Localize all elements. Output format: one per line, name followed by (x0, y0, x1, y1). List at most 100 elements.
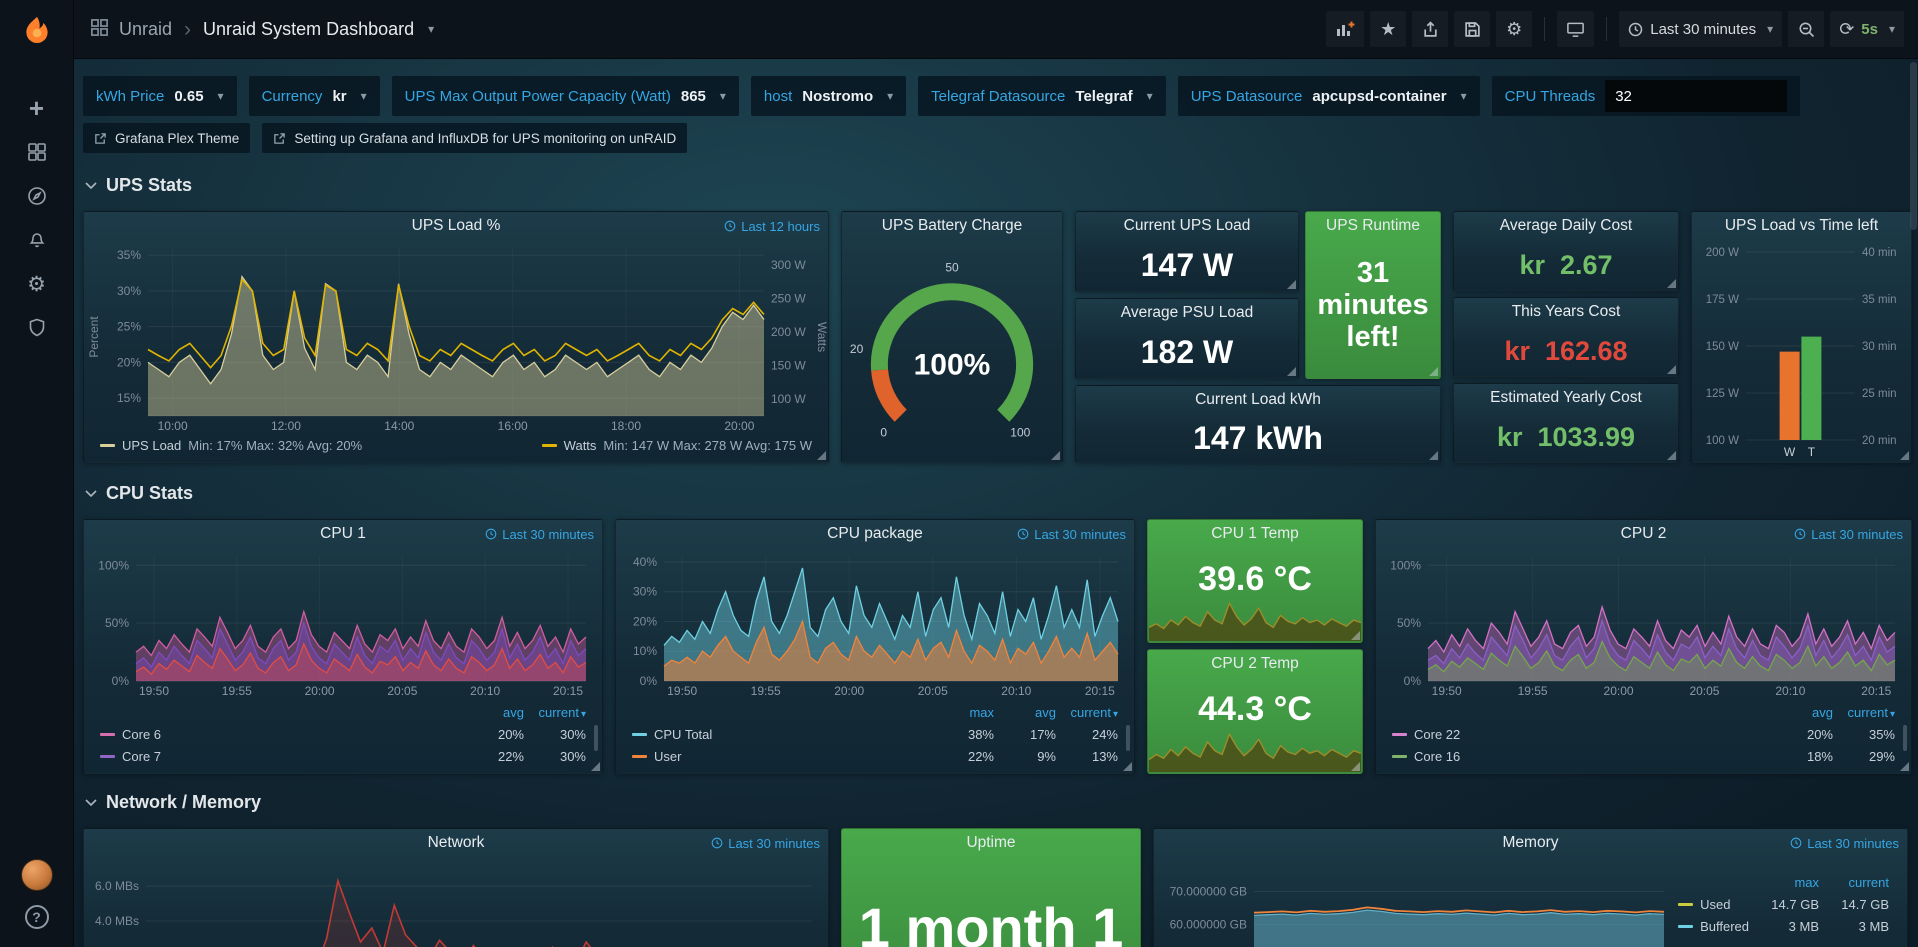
panel-title[interactable]: UPS Load % (84, 212, 828, 240)
save-dashboard-button[interactable] (1454, 11, 1490, 47)
legend-series[interactable]: CPU Total (632, 727, 932, 742)
sidebar-explore-button[interactable] (15, 174, 59, 218)
panel-title[interactable]: CPU 2 Temp (1148, 650, 1362, 678)
cpu2-chart[interactable]: 100%50%0%19:5019:5520:0020:0520:1020:15 (1376, 548, 1911, 699)
variable-kwh-price[interactable]: kWh Price 0.65 ▾ (83, 76, 237, 116)
svg-text:19:50: 19:50 (1432, 684, 1462, 698)
memory-chart[interactable]: 70.000000 GB60.000000 GB50.000000 GB (1154, 857, 1678, 947)
variable-host[interactable]: host Nostromo ▾ (751, 76, 906, 116)
variable-value[interactable]: 0.65 (174, 88, 203, 105)
sidebar-create-button[interactable]: + (15, 86, 59, 130)
section-header-cpu-stats[interactable]: CPU Stats (83, 480, 1912, 507)
panel-title[interactable]: Average PSU Load (1076, 299, 1298, 327)
svg-text:175 W: 175 W (1706, 294, 1739, 306)
svg-text:14:00: 14:00 (384, 419, 414, 433)
help-button[interactable]: ? (25, 905, 49, 929)
variable-ups-max-output[interactable]: UPS Max Output Power Capacity (Watt) 865… (392, 76, 739, 116)
svg-text:25%: 25% (117, 320, 141, 334)
zoom-out-icon (1798, 21, 1815, 38)
apps-grid-icon[interactable] (90, 18, 109, 40)
sidebar-admin-button[interactable] (15, 306, 59, 350)
favorite-button[interactable]: ★ (1370, 11, 1406, 47)
dashboard-settings-button[interactable]: ⚙ (1496, 11, 1532, 47)
panel-title[interactable]: Uptime (842, 829, 1140, 857)
variable-value[interactable]: apcupsd-container (1312, 88, 1446, 105)
cpu-threads-input[interactable] (1605, 80, 1787, 112)
legend-scrollbar[interactable] (1126, 725, 1130, 751)
navbar-right: ★ ⚙ (1326, 11, 1904, 47)
battery-gauge-chart[interactable]: 02050100100% (842, 240, 1062, 462)
variable-value[interactable]: Nostromo (802, 88, 873, 105)
legend-series[interactable]: Core 6 (100, 727, 462, 742)
variable-value[interactable]: 865 (681, 88, 706, 105)
variable-value[interactable]: Telegraf (1075, 88, 1132, 105)
legend-header-current[interactable]: current▾ (1056, 705, 1118, 720)
panel-title[interactable]: Current Load kWh (1076, 386, 1440, 414)
breadcrumb-app[interactable]: Unraid (119, 19, 172, 40)
legend-series-watts[interactable]: Watts Min: 147 W Max: 278 W Avg: 175 W (542, 438, 812, 453)
cycle-view-button[interactable] (1557, 11, 1594, 47)
svg-text:200 W: 200 W (771, 325, 806, 339)
legend-series-ups-load[interactable]: UPS Load Min: 17% Max: 32% Avg: 20% (100, 438, 542, 453)
svg-text:20:05: 20:05 (387, 684, 417, 698)
legend-series[interactable]: Used (1678, 897, 1749, 912)
zoom-out-button[interactable] (1788, 11, 1824, 47)
share-button[interactable] (1412, 11, 1448, 47)
legend-header-current[interactable]: current▾ (1833, 705, 1895, 720)
link-ups-monitoring-guide[interactable]: Setting up Grafana and InfluxDB for UPS … (262, 123, 687, 153)
panel-timerange: Last 12 hours (724, 212, 820, 240)
svg-text:6.0 MBs: 6.0 MBs (95, 879, 139, 893)
legend-series[interactable]: Core 16 (1392, 749, 1771, 764)
legend-row: Used 14.7 GB 14.7 GB (1678, 893, 1889, 915)
legend-scrollbar[interactable] (1903, 725, 1907, 751)
network-chart[interactable]: 6.0 MBs4.0 MBs2.0 MBs (84, 857, 828, 947)
legend-header-max[interactable]: max (932, 705, 994, 720)
time-range-picker[interactable]: Last 30 minutes ▾ (1619, 11, 1782, 47)
sidebar-configuration-button[interactable]: ⚙ (15, 262, 59, 306)
variable-ups-datasource[interactable]: UPS Datasource apcupsd-container ▾ (1178, 76, 1480, 116)
section-header-network-memory[interactable]: Network / Memory (83, 789, 1912, 816)
legend-series[interactable]: Core 22 (1392, 727, 1771, 742)
legend-header-current[interactable]: current (1819, 875, 1889, 890)
legend-series[interactable]: Core 7 (100, 749, 462, 764)
add-panel-button[interactable] (1326, 11, 1364, 47)
variable-telegraf-datasource[interactable]: Telegraf Datasource Telegraf ▾ (918, 76, 1166, 116)
user-avatar[interactable] (21, 859, 53, 891)
variable-currency[interactable]: Currency kr ▾ (249, 76, 380, 116)
panel-cpu1-temp: CPU 1 Temp 39.6 °C (1147, 519, 1363, 643)
link-grafana-plex-theme[interactable]: Grafana Plex Theme (83, 123, 250, 153)
clock-icon (485, 528, 497, 540)
dashboard-picker-caret-icon[interactable]: ▾ (428, 22, 434, 36)
panel-title[interactable]: Average Daily Cost (1454, 212, 1678, 240)
panel-title[interactable]: This Years Cost (1454, 298, 1678, 326)
panel-title[interactable]: UPS Runtime (1306, 212, 1440, 240)
legend-header-avg[interactable]: avg (462, 705, 524, 720)
legend-series[interactable]: User (632, 749, 932, 764)
panel-title[interactable]: UPS Battery Charge (842, 212, 1062, 240)
cpu1-chart[interactable]: 100%50%0%19:5019:5520:0020:0520:1020:15 (84, 548, 602, 699)
variable-value[interactable]: kr (332, 88, 346, 105)
panel-title[interactable]: Estimated Yearly Cost (1454, 384, 1678, 412)
legend-header-avg[interactable]: avg (1771, 705, 1833, 720)
legend-header-avg[interactable]: avg (994, 705, 1056, 720)
panel-title[interactable]: Current UPS Load (1076, 212, 1298, 240)
panel-title[interactable]: CPU 1 Temp (1148, 520, 1362, 548)
svg-text:20:10: 20:10 (1001, 684, 1031, 698)
ups-vs-time-bar-chart[interactable]: 200 W40 min175 W35 min150 W30 min125 W25… (1692, 240, 1911, 462)
legend-header-max[interactable]: max (1749, 875, 1819, 890)
section-header-ups-stats[interactable]: UPS Stats (83, 172, 1912, 199)
panel-title[interactable]: UPS Load vs Time left (1692, 212, 1911, 240)
cpu-temp-grid: CPU 1 Temp 39.6 °C CPU 2 Temp 44.3 °C (1147, 519, 1363, 774)
cpu-package-chart[interactable]: 40%30%20%10%0%19:5019:5520:0020:0520:102… (616, 548, 1134, 699)
page-scrollbar-thumb[interactable] (1910, 62, 1917, 230)
ups-load-chart[interactable]: 35%30%25%20%15%300 W250 W200 W150 W100 W… (84, 240, 828, 434)
legend-current: 3 MB (1819, 919, 1889, 934)
legend-series[interactable]: Buffered (1678, 919, 1749, 934)
refresh-button[interactable]: ⟳ 5s ▾ (1830, 11, 1904, 47)
sidebar-alerting-button[interactable] (15, 218, 59, 262)
breadcrumb-dashboard-title[interactable]: Unraid System Dashboard (203, 19, 414, 40)
grafana-logo-icon[interactable] (16, 10, 58, 52)
legend-scrollbar[interactable] (594, 725, 598, 751)
sidebar-dashboards-button[interactable] (15, 130, 59, 174)
legend-header-current[interactable]: current▾ (524, 705, 586, 720)
